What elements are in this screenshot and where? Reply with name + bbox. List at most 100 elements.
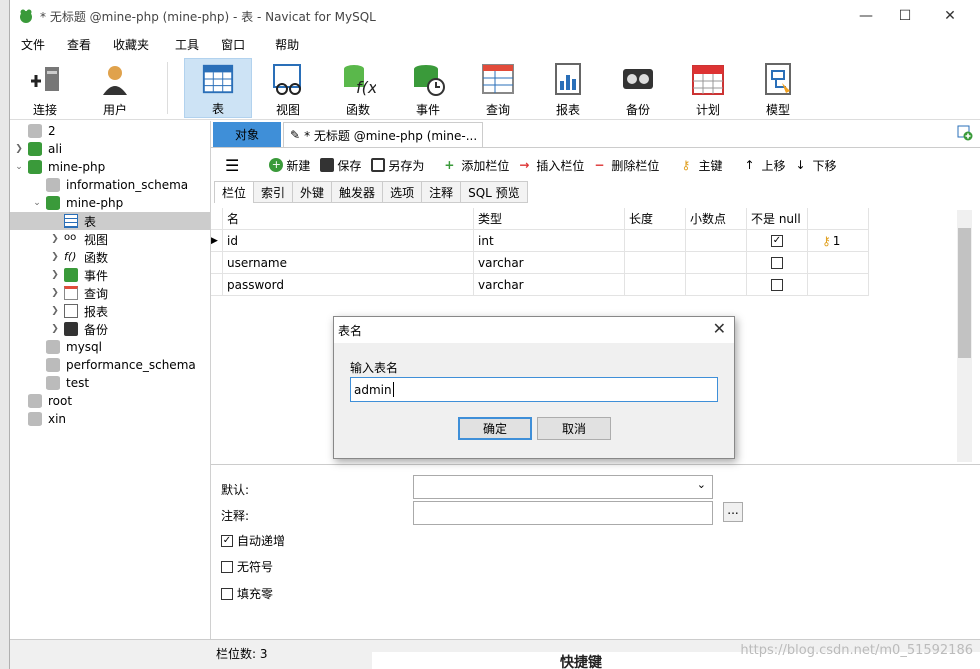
collapse-arrow-icon[interactable]: ⌄: [32, 198, 42, 208]
tree-item-mine-php-conn[interactable]: ⌄ mine-php: [14, 158, 105, 176]
window-title: * 无标题 @mine-php (mine-php) - 表 - Navicat…: [40, 9, 376, 24]
watermark: https://blog.csdn.net/m0_51592186: [740, 643, 973, 658]
expand-arrow-icon[interactable]: ❯: [14, 144, 24, 154]
menu-favorites[interactable]: 收藏夹: [102, 36, 160, 53]
tree-item-xin[interactable]: xin: [14, 410, 66, 428]
toolbar-view[interactable]: 视图: [254, 58, 322, 118]
toolbar-report[interactable]: 报表: [534, 58, 602, 118]
table-row[interactable]: password varchar: [211, 274, 869, 296]
expand-arrow-icon[interactable]: ❯: [50, 252, 60, 262]
tree-item-events[interactable]: ❯ 事件: [50, 266, 108, 284]
tab-objects[interactable]: 对象: [213, 122, 281, 147]
dialog-close-icon[interactable]: ✕: [713, 319, 726, 338]
menu-window[interactable]: 窗口: [210, 36, 256, 53]
scrollbar-thumb[interactable]: [958, 228, 971, 358]
new-button[interactable]: + 新建: [269, 157, 310, 174]
not-null-checkbox[interactable]: ✓: [771, 234, 783, 247]
backup-icon: [623, 69, 653, 89]
add-field-button[interactable]: + 添加栏位: [444, 157, 509, 174]
hamburger-menu-icon[interactable]: ☰: [225, 156, 239, 175]
tree-item-test[interactable]: test: [32, 374, 89, 392]
tree-item-tables[interactable]: 表: [10, 212, 210, 230]
move-up-button[interactable]: ↑ 上移: [744, 157, 785, 174]
expand-arrow-icon[interactable]: ❯: [50, 234, 60, 244]
save-button[interactable]: 保存: [320, 157, 361, 174]
tree-item-functions[interactable]: ❯ f() 函数: [50, 248, 108, 266]
menu-file[interactable]: 文件: [10, 36, 56, 53]
desktop-left: [0, 0, 9, 669]
menu-tools[interactable]: 工具: [164, 36, 210, 53]
insert-field-button[interactable]: → 插入栏位: [519, 157, 584, 174]
ok-button[interactable]: 确定: [458, 417, 532, 440]
tree-item-ali[interactable]: ❯ ali: [14, 140, 62, 158]
auto-increment-checkbox[interactable]: ✓ 自动递增: [221, 532, 285, 549]
tree-item-performance-schema[interactable]: performance_schema: [32, 356, 196, 374]
toolbar-function[interactable]: f(x) 函数: [324, 58, 392, 118]
zerofill-checkbox[interactable]: 填充零: [221, 585, 273, 602]
expand-arrow-icon[interactable]: ❯: [50, 306, 60, 316]
tree-item-2[interactable]: 2: [14, 122, 56, 140]
toolbar-model[interactable]: 模型: [744, 58, 812, 118]
subtab-indexes[interactable]: 索引: [254, 181, 294, 203]
toolbar-backup[interactable]: 备份: [604, 58, 672, 118]
subtab-triggers[interactable]: 触发器: [332, 181, 384, 203]
not-null-checkbox[interactable]: [771, 278, 783, 291]
tree-item-backups[interactable]: ❯ 备份: [50, 320, 108, 338]
comment-expand-button[interactable]: ...: [723, 502, 743, 522]
toolbar-schedule[interactable]: 计划: [674, 58, 742, 118]
toolbar-user[interactable]: 用户: [81, 58, 149, 118]
menu-help[interactable]: 帮助: [264, 36, 310, 53]
default-select[interactable]: ⌄: [413, 475, 713, 499]
tree-item-information-schema[interactable]: information_schema: [32, 176, 188, 194]
tree-item-queries[interactable]: ❯ 查询: [50, 284, 108, 302]
tree-item-mysql[interactable]: mysql: [32, 338, 102, 356]
comment-field[interactable]: [413, 501, 713, 525]
col-decimals[interactable]: 小数点: [686, 208, 747, 230]
col-name[interactable]: 名: [223, 208, 474, 230]
col-length[interactable]: 长度: [625, 208, 686, 230]
checkbox-checked-icon: ✓: [221, 534, 233, 547]
collapse-arrow-icon[interactable]: ⌄: [14, 162, 24, 172]
server-icon: [28, 394, 42, 408]
expand-arrow-icon[interactable]: ❯: [50, 324, 60, 334]
expand-arrow-icon[interactable]: ❯: [50, 270, 60, 280]
move-down-button[interactable]: ↓ 下移: [795, 157, 836, 174]
primary-key-button[interactable]: ⚷ 主键: [681, 157, 722, 174]
document-tabs: 对象 ✎ * 无标题 @mine-php (mine-...: [211, 121, 980, 148]
toolbar-event[interactable]: 事件: [394, 58, 462, 118]
expand-arrow-icon[interactable]: ❯: [50, 288, 60, 298]
new-tab-icon[interactable]: [957, 125, 973, 141]
menu-bar: 文件 查看 收藏夹 工具 窗口 帮助: [10, 32, 980, 56]
subtab-comment[interactable]: 注释: [422, 181, 462, 203]
close-window-button[interactable]: ✕: [927, 0, 973, 32]
server-icon: [28, 142, 42, 156]
cancel-button[interactable]: 取消: [537, 417, 611, 440]
subtab-fields[interactable]: 栏位: [214, 181, 255, 203]
tree-item-root[interactable]: root: [14, 392, 72, 410]
database-icon: [46, 340, 60, 354]
col-not-null[interactable]: 不是 null: [747, 208, 808, 230]
not-null-checkbox[interactable]: [771, 256, 783, 269]
table-row[interactable]: ▶ id int ✓ ⚷ 1: [211, 230, 869, 252]
tree-item-reports[interactable]: ❯ 报表: [50, 302, 108, 320]
menu-view[interactable]: 查看: [56, 36, 102, 53]
maximize-button[interactable]: ☐: [882, 0, 928, 32]
function-icon: f(x): [344, 65, 376, 97]
save-as-button[interactable]: 另存为: [371, 157, 424, 174]
tab-untitled-table[interactable]: ✎ * 无标题 @mine-php (mine-...: [283, 122, 483, 147]
delete-field-button[interactable]: − 删除栏位: [594, 157, 659, 174]
tree-item-views[interactable]: ❯ oo 视图: [50, 230, 108, 248]
toolbar-query[interactable]: 查询: [464, 58, 532, 118]
table-name-input[interactable]: admin: [350, 377, 718, 402]
server-icon: [28, 412, 42, 426]
col-type[interactable]: 类型: [474, 208, 625, 230]
subtab-options[interactable]: 选项: [383, 181, 423, 203]
tree-item-mine-php-db[interactable]: ⌄ mine-php: [32, 194, 123, 212]
table-row[interactable]: username varchar: [211, 252, 869, 274]
subtab-sql-preview[interactable]: SQL 预览: [461, 181, 528, 203]
unsigned-checkbox[interactable]: 无符号: [221, 558, 273, 575]
toolbar-connect[interactable]: 连接: [11, 58, 79, 118]
subtab-foreign-keys[interactable]: 外键: [293, 181, 333, 203]
grid-scrollbar[interactable]: [957, 210, 972, 462]
toolbar-table[interactable]: 表: [184, 58, 252, 118]
